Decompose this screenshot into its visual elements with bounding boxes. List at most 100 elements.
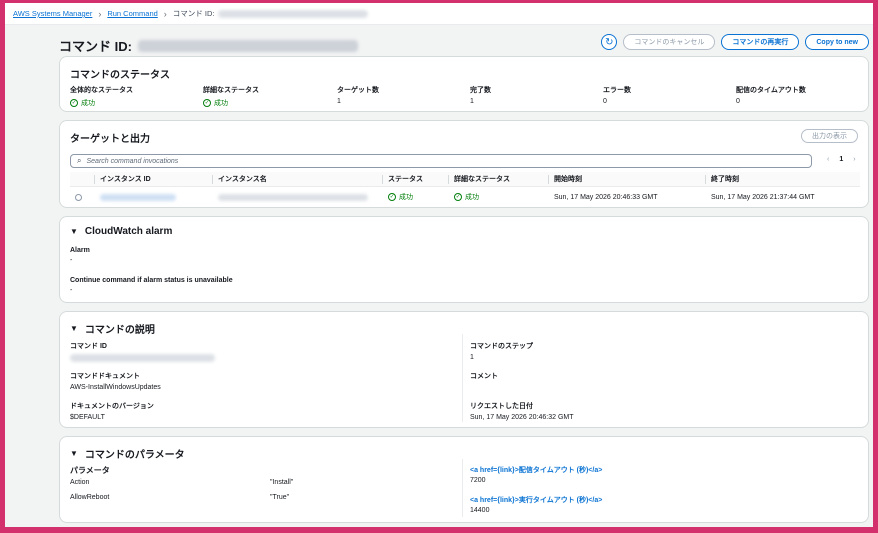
next-page-icon[interactable]: › (853, 156, 855, 163)
row-end-time: Sun, 17 May 2026 21:37:44 GMT (711, 193, 815, 201)
status-detailed: 詳細なステータス ✓ 成功 (203, 85, 259, 108)
console-frame: AWS Systems Manager › Run Command › コマンド… (5, 3, 873, 527)
search-icon: ⌕ (77, 156, 82, 165)
steps-label: コマンドのステップ (470, 343, 533, 350)
show-output-button[interactable]: 出力の表示 (801, 129, 858, 143)
column-label: インスタンス名 (218, 176, 267, 183)
column-label: 詳細なステータス (454, 176, 510, 183)
document-value: AWS-InstallWindowsUpdates (70, 384, 161, 391)
check-circle-icon: ✓ (203, 99, 211, 107)
command-description-panel: ▼ コマンドの説明 コマンド ID コマンドドキュメント AWS-InstallW… (59, 311, 869, 428)
refresh-button[interactable]: ↻ (601, 34, 618, 50)
column-label: 終了時刻 (711, 176, 739, 183)
comment-label: コメント (470, 373, 498, 380)
parameters-section-toggle[interactable]: ▼ コマンドのパラメータ (70, 446, 185, 461)
status-label: 配信のタイムアウト数 (736, 87, 806, 94)
status-target-count: ターゲット数 1 (337, 85, 379, 105)
status-label: 完了数 (470, 87, 491, 94)
execution-timeout-label[interactable]: <a href={link}>実行タイムアウト (秒)</a> (470, 495, 602, 505)
requested-date-field: リクエストした日付 Sun, 17 May 2026 20:46:32 GMT (470, 401, 574, 421)
alarm-label: Alarm (70, 247, 90, 254)
col-status[interactable]: ステータス (382, 172, 423, 186)
invocations-table: インスタンス ID インスタンス名 ステータス 詳細なステータス 開始時刻 終了… (70, 172, 860, 207)
status-title: コマンドのステータス (70, 70, 170, 81)
command-id-label: コマンド ID (70, 343, 107, 350)
header-actions: ↻ コマンドのキャンセル コマンドの再実行 Copy to new (601, 34, 869, 50)
check-circle-icon: ✓ (388, 193, 396, 201)
column-label: 開始時刻 (554, 176, 582, 183)
status-overall: 全体的なステータス ✓ 成功 (70, 85, 133, 108)
status-label: エラー数 (603, 87, 631, 94)
steps-value: 1 (470, 354, 474, 361)
refresh-icon: ↻ (605, 36, 614, 48)
row-status: ✓ 成功 (388, 187, 413, 207)
params-heading: パラメータ (70, 466, 110, 475)
redacted-command-id (218, 9, 369, 18)
document-label: コマンドドキュメント (70, 373, 140, 380)
table-row: ✓ 成功 ✓ 成功 Sun, 17 May 2026 20:46:33 GMT Su… (70, 187, 860, 207)
description-section-toggle[interactable]: ▼ コマンドの説明 (70, 321, 155, 336)
alarm-value: - (70, 257, 73, 264)
delivery-timeout-label[interactable]: <a href={link}>配信タイムアウト (秒)</a> (470, 465, 602, 475)
parameters-title: コマンドのパラメータ (84, 450, 185, 461)
col-end-time[interactable]: 終了時刻 (705, 172, 739, 186)
status-text: 成功 (214, 100, 228, 107)
targets-title: ターゲットと出力 (70, 134, 150, 145)
command-parameters-panel: ▼ コマンドのパラメータ パラメータ Action "Install" Allow… (59, 436, 869, 523)
search-input[interactable]: ⌕ Search command invocations (70, 154, 812, 168)
table-header: インスタンス ID インスタンス名 ステータス 詳細なステータス 開始時刻 終了… (70, 172, 860, 187)
check-circle-icon: ✓ (70, 99, 78, 107)
continue-value: - (70, 287, 73, 294)
page-header: コマンド ID: ↻ コマンドのキャンセル コマンドの再実行 Copy to n… (59, 31, 869, 55)
status-value: ✓ 成功 (70, 98, 133, 108)
status-value: ✓ 成功 (203, 98, 259, 108)
col-instance-id[interactable]: インスタンス ID (94, 172, 151, 186)
param-value: "Install" (270, 479, 294, 486)
status-label: ターゲット数 (337, 87, 379, 94)
continue-field: Continue command if alarm status is unav… (70, 277, 233, 294)
col-start-time[interactable]: 開始時刻 (548, 172, 582, 186)
status-value: 1 (337, 98, 341, 105)
copy-to-new-button[interactable]: Copy to new (805, 34, 869, 50)
caret-down-icon: ▼ (70, 324, 78, 333)
col-instance-name[interactable]: インスタンス名 (212, 172, 267, 186)
cloudwatch-title: CloudWatch alarm (84, 226, 173, 237)
chevron-right-icon: › (98, 8, 102, 19)
breadcrumb-systems-manager[interactable]: AWS Systems Manager (13, 9, 92, 18)
status-value: 0 (603, 98, 607, 105)
breadcrumb: AWS Systems Manager › Run Command › コマンド… (5, 3, 873, 25)
page-title: コマンド ID: (59, 36, 358, 55)
col-detailed-status[interactable]: 詳細なステータス (448, 172, 510, 186)
status-completed-count: 完了数 1 (470, 85, 491, 105)
command-status-panel: コマンドのステータス 全体的なステータス ✓ 成功 詳細なステータス ✓ 成功 ター… (59, 56, 869, 112)
status-value: 0 (736, 98, 740, 105)
cloudwatch-section-toggle[interactable]: ▼ CloudWatch alarm (70, 226, 172, 237)
breadcrumb-run-command[interactable]: Run Command (107, 9, 157, 18)
continue-label: Continue command if alarm status is unav… (70, 277, 233, 284)
rerun-command-button[interactable]: コマンドの再実行 (721, 34, 800, 50)
requested-date-label: リクエストした日付 (470, 403, 533, 410)
row-select-radio[interactable] (75, 187, 82, 207)
delivery-timeout-value: 7200 (470, 477, 486, 484)
row-start-time: Sun, 17 May 2026 20:46:33 GMT (554, 193, 658, 201)
description-title: コマンドの説明 (84, 325, 155, 336)
redacted-instance-name (218, 187, 368, 207)
status-label: 詳細なステータス (203, 87, 259, 94)
status-timeout-count: 配信のタイムアウト数 0 (736, 85, 806, 105)
page-number[interactable]: 1 (839, 156, 843, 163)
version-field: ドキュメントのバージョン $DEFAULT (70, 401, 154, 421)
caret-down-icon: ▼ (70, 449, 78, 458)
redacted-instance-id[interactable] (100, 187, 176, 207)
row-status-text: 成功 (399, 194, 413, 201)
row-detailed-status: ✓ 成功 (454, 187, 479, 207)
redacted-command-id (137, 39, 358, 52)
column-label: ステータス (388, 176, 423, 183)
status-label: 全体的なステータス (70, 87, 133, 94)
cancel-command-button[interactable]: コマンドのキャンセル (623, 34, 716, 50)
prev-page-icon[interactable]: ‹ (827, 156, 829, 163)
command-id-value (70, 354, 215, 364)
caret-down-icon: ▼ (70, 227, 78, 236)
param-name: AllowReboot (70, 494, 110, 501)
page-title-text: コマンド ID: (59, 39, 132, 54)
status-value: 1 (470, 98, 474, 105)
